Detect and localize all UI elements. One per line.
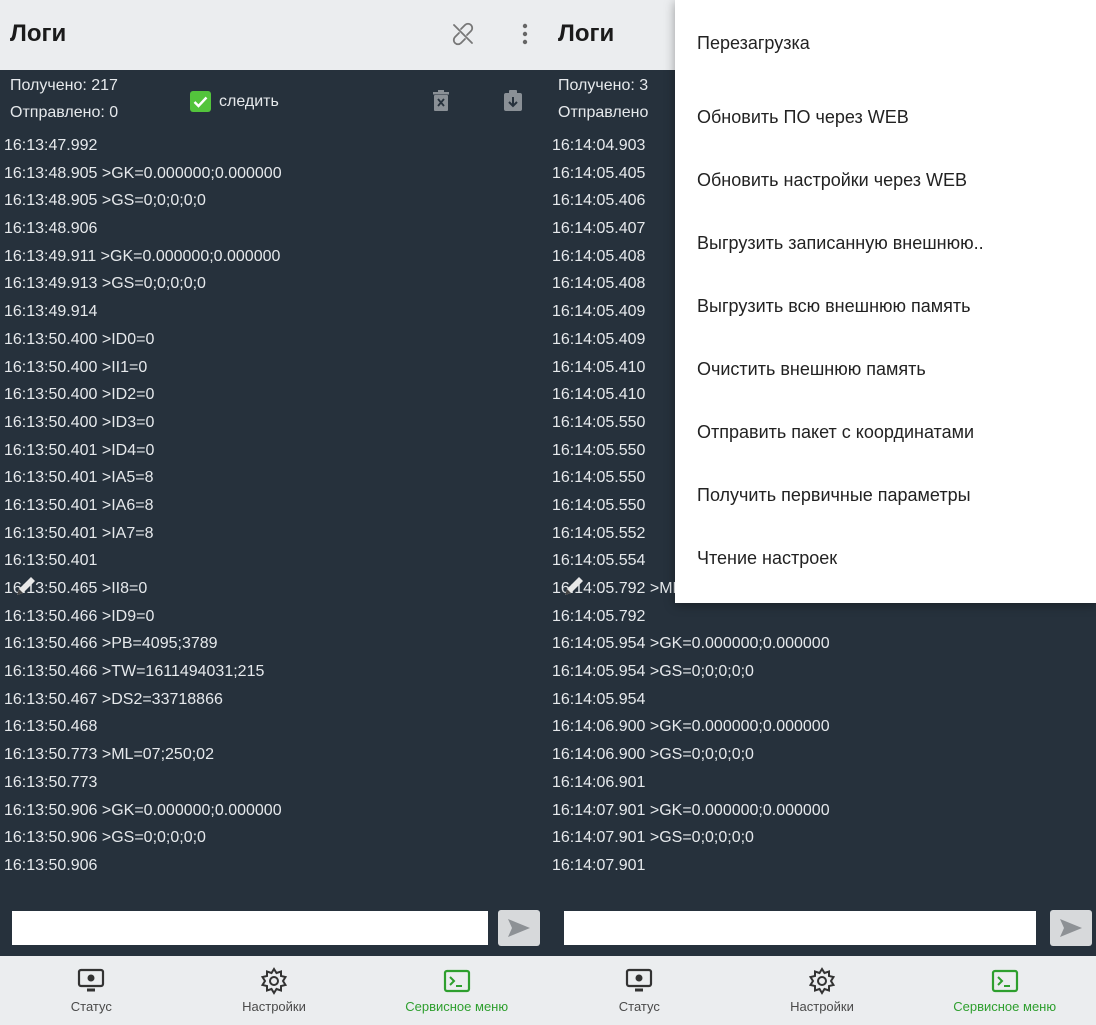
nav-settings[interactable]: Настройки bbox=[183, 956, 366, 1025]
menu-item-clear-memory[interactable]: Очистить внешнюю память bbox=[675, 338, 1096, 401]
log-line: 16:13:50.466 >PB=4095;3789 bbox=[4, 635, 218, 653]
nav-service-label: Сервисное меню bbox=[405, 999, 509, 1014]
send-button[interactable] bbox=[498, 910, 540, 946]
command-input[interactable] bbox=[564, 911, 1036, 945]
nav-status[interactable]: Статус bbox=[548, 956, 731, 1025]
terminal-icon bbox=[443, 966, 471, 996]
log-line: 16:14:05.954 bbox=[552, 690, 646, 708]
clear-log-icon[interactable] bbox=[428, 88, 454, 114]
send-icon bbox=[1060, 919, 1082, 937]
menu-item-get-primary-params[interactable]: Получить первичные параметры bbox=[675, 464, 1096, 527]
log-line: 16:13:48.905 >GK=0.000000;0.000000 bbox=[4, 164, 282, 182]
terminal-icon bbox=[991, 966, 1019, 996]
menu-item-read-settings[interactable]: Чтение настроек bbox=[675, 527, 1096, 590]
log-line: 16:13:50.906 >GS=0;0;0;0;0 bbox=[4, 829, 206, 847]
bottom-nav: Статус Настройки Сервисное меню bbox=[548, 956, 1096, 1025]
log-line: 16:13:50.400 >II1=0 bbox=[4, 358, 148, 376]
menu-item-export-recorded-memory[interactable]: Выгрузить записанную внешнюю.. bbox=[675, 212, 1096, 275]
log-line: 16:14:06.900 >GK=0.000000;0.000000 bbox=[552, 718, 830, 736]
more-vert-icon[interactable] bbox=[512, 14, 538, 54]
checkbox-checked-icon bbox=[190, 91, 211, 112]
log-line: 16:13:48.906 bbox=[4, 220, 98, 238]
log-line: 16:13:50.401 >ID4=0 bbox=[4, 441, 155, 459]
page-title: Логи bbox=[10, 20, 67, 47]
log-line: 16:13:49.913 >GS=0;0;0;0;0 bbox=[4, 275, 206, 293]
log-line: 16:13:49.911 >GK=0.000000;0.000000 bbox=[4, 247, 281, 265]
save-log-icon[interactable] bbox=[500, 88, 526, 114]
sent-count: Отправлено: 0 bbox=[10, 104, 119, 121]
log-line: 16:14:07.901 bbox=[552, 856, 646, 874]
log-line: 16:13:50.466 >ID9=0 bbox=[4, 607, 155, 625]
received-count: Получено: 3 bbox=[558, 77, 649, 94]
log-line: 16:14:05.954 >GK=0.000000;0.000000 bbox=[552, 635, 830, 653]
sent-count: Отправлено bbox=[558, 104, 649, 121]
log-line: 16:14:07.901 >GK=0.000000;0.000000 bbox=[552, 801, 830, 819]
nav-settings-label: Настройки bbox=[790, 999, 854, 1014]
nav-settings[interactable]: Настройки bbox=[731, 956, 914, 1025]
menu-item-update-settings-web[interactable]: Обновить настройки через WEB bbox=[675, 149, 1096, 212]
nav-service-menu[interactable]: Сервисное меню bbox=[913, 956, 1096, 1025]
overflow-menu: Перезагрузка Обновить ПО через WEB Обнов… bbox=[675, 0, 1096, 603]
logs-panel-left: Логи Получено: 217 Отправлено: 0 следить… bbox=[0, 0, 548, 1025]
log-line: 16:13:50.773 bbox=[4, 773, 98, 791]
command-row bbox=[0, 906, 548, 950]
gear-icon bbox=[808, 966, 836, 996]
page-title: Логи bbox=[558, 20, 615, 47]
app-bar: Логи bbox=[0, 0, 548, 70]
log-line: 16:13:49.914 bbox=[4, 303, 98, 321]
menu-item-update-firmware-web[interactable]: Обновить ПО через WEB bbox=[675, 86, 1096, 149]
gear-icon bbox=[260, 966, 288, 996]
follow-checkbox[interactable]: следить bbox=[190, 91, 279, 112]
log-line: 16:13:50.466 >TW=1611494031;215 bbox=[4, 663, 265, 681]
nav-service-menu[interactable]: Сервисное меню bbox=[365, 956, 548, 1025]
log-line: 16:13:50.401 >IA5=8 bbox=[4, 469, 154, 487]
send-button[interactable] bbox=[1050, 910, 1092, 946]
log-line: 16:13:50.400 >ID3=0 bbox=[4, 413, 155, 431]
log-line: 16:13:50.773 >ML=07;250;02 bbox=[4, 746, 214, 764]
nav-status-label: Статус bbox=[70, 999, 112, 1014]
log-line: 16:13:50.468 bbox=[4, 718, 98, 736]
follow-label: следить bbox=[219, 92, 279, 110]
menu-item-reboot[interactable]: Перезагрузка bbox=[675, 0, 1096, 86]
link-off-icon[interactable] bbox=[445, 14, 481, 54]
log-line: 16:13:48.905 >GS=0;0;0;0;0 bbox=[4, 192, 206, 210]
log-line: 16:14:06.900 >GS=0;0;0;0;0 bbox=[552, 746, 754, 764]
bottom-nav: Статус Настройки Сервисное меню bbox=[0, 956, 548, 1025]
nav-status[interactable]: Статус bbox=[0, 956, 183, 1025]
log-list: 16:13:47.992 16:13:48.905 >GK=0.000000;0… bbox=[0, 132, 548, 880]
log-line: 16:14:05.792 bbox=[552, 607, 646, 625]
pencil-icon[interactable] bbox=[12, 572, 40, 600]
nav-service-label: Сервисное меню bbox=[953, 999, 1057, 1014]
command-row bbox=[548, 906, 1096, 950]
menu-item-send-coordinates[interactable]: Отправить пакет с координатами bbox=[675, 401, 1096, 464]
menu-item-export-all-memory[interactable]: Выгрузить всю внешнюю память bbox=[675, 275, 1096, 338]
log-line: 16:13:50.906 bbox=[4, 856, 98, 874]
log-line: 16:13:50.465 >II8=0 bbox=[4, 580, 148, 597]
log-line: 16:13:50.906 >GK=0.000000;0.000000 bbox=[4, 801, 282, 819]
received-count: Получено: 217 bbox=[10, 77, 118, 94]
log-line: 16:13:50.400 >ID0=0 bbox=[4, 330, 155, 348]
nav-status-label: Статус bbox=[618, 999, 660, 1014]
log-line: 16:13:50.401 >IA7=8 bbox=[4, 524, 154, 542]
log-line: 16:14:07.901 >GS=0;0;0;0;0 bbox=[552, 829, 754, 847]
log-line: 16:13:50.401 >IA6=8 bbox=[4, 496, 154, 514]
log-line: 16:13:50.467 >DS2=33718866 bbox=[4, 690, 223, 708]
log-line: 16:14:06.901 bbox=[552, 773, 646, 791]
log-line: 16:14:05.954 >GS=0;0;0;0;0 bbox=[552, 663, 754, 681]
log-line: 16:13:50.400 >ID2=0 bbox=[4, 386, 155, 404]
nav-settings-label: Настройки bbox=[242, 999, 306, 1014]
monitor-icon bbox=[624, 966, 654, 996]
pencil-icon[interactable] bbox=[560, 572, 588, 600]
monitor-icon bbox=[76, 966, 106, 996]
send-icon bbox=[508, 919, 530, 937]
log-line: 16:13:47.992 bbox=[4, 137, 98, 154]
log-line: 16:13:50.401 bbox=[4, 552, 98, 570]
command-input[interactable] bbox=[12, 911, 488, 945]
